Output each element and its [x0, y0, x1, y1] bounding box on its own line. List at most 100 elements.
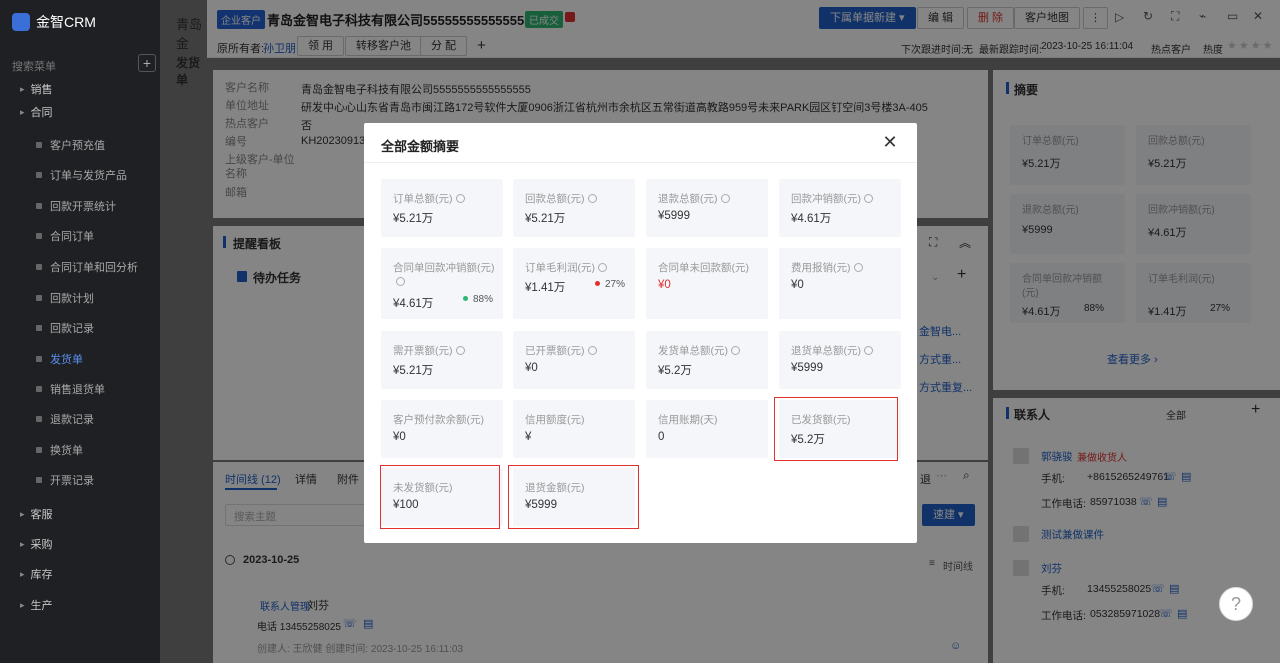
- amount-card: 发货单总额(元) ¥5.2万: [646, 331, 768, 389]
- app-logo: 金智CRM: [12, 12, 96, 32]
- sidebar-item-label: 合同订单: [50, 231, 94, 243]
- sidebar-item[interactable]: 订单与发货产品: [0, 164, 160, 186]
- amount-card: 退款总额(元) ¥5999: [646, 179, 768, 237]
- amount-card-label: 退货单总额(元): [791, 345, 861, 357]
- help-icon[interactable]: ?: [1219, 587, 1253, 621]
- amount-card-value: ¥5.21万: [393, 365, 434, 377]
- clock-icon[interactable]: [587, 194, 597, 203]
- sidebar-item[interactable]: ▸ 销售: [0, 78, 160, 100]
- menu-item-icon: [36, 356, 42, 362]
- menu-item-icon: [36, 416, 42, 422]
- sidebar-item-label: 回款计划: [50, 293, 94, 305]
- amount-card: 费用报销(元) ¥0: [779, 248, 901, 319]
- clock-icon[interactable]: [720, 194, 730, 203]
- clock-icon[interactable]: [853, 263, 863, 272]
- amount-card: 合同单回款冲销额(元) ¥4.61万 88%: [381, 248, 503, 319]
- sidebar-item[interactable]: 合同订单: [0, 225, 160, 247]
- amount-card: 回款总额(元) ¥5.21万: [513, 179, 635, 237]
- amount-card-label: 已开票额(元): [525, 345, 585, 357]
- percent-dot-icon: [595, 281, 600, 286]
- sidebar-item-label: 换货单: [50, 445, 83, 457]
- sidebar-item[interactable]: 回款计划: [0, 287, 160, 309]
- menu-item-icon: [36, 325, 42, 331]
- app-name: 金智CRM: [36, 14, 96, 30]
- amount-card: 合同单未回款额(元) ¥0: [646, 248, 768, 319]
- amount-card-label: 退款总额(元): [658, 193, 718, 205]
- modal-header: 全部金额摘要 ✕: [364, 123, 917, 163]
- amount-card-label: 回款总额(元): [525, 193, 585, 205]
- sidebar-item-label: 销售退货单: [50, 384, 105, 396]
- amount-card-value: ¥5.2万: [658, 365, 692, 377]
- amount-card-label: 发货单总额(元): [658, 345, 728, 357]
- amount-card-value: ¥0: [658, 279, 671, 291]
- close-icon[interactable]: ✕: [880, 132, 900, 152]
- amount-card-label: 合同单未回款额(元): [658, 262, 749, 274]
- amount-card-value: ¥5999: [658, 210, 690, 222]
- amount-card-label: 信用账期(天): [658, 414, 718, 426]
- sidebar-item[interactable]: ▸ 生产: [0, 594, 160, 616]
- clock-icon[interactable]: [455, 194, 465, 203]
- sidebar-item[interactable]: 回款开票统计: [0, 195, 160, 217]
- crm-logo-icon: [12, 13, 30, 31]
- amount-card-value: ¥0: [393, 431, 406, 443]
- sidebar-item-label: 合同: [30, 107, 53, 119]
- sidebar-item[interactable]: ▸ 客服: [0, 503, 160, 525]
- highlight-box: [508, 465, 639, 529]
- menu-item-icon: [36, 142, 42, 148]
- sidebar-item-label: 回款开票统计: [50, 201, 116, 213]
- clock-icon[interactable]: [864, 346, 873, 355]
- menu-item-icon: [36, 172, 42, 178]
- clock-icon[interactable]: [731, 346, 740, 355]
- amount-card-label: 客户预付款余额(元): [393, 414, 484, 426]
- amount-card-value: ¥5.21万: [525, 213, 566, 225]
- amount-card: 客户预付款余额(元) ¥0: [381, 400, 503, 458]
- sidebar-item[interactable]: 换货单: [0, 439, 160, 461]
- clock-icon[interactable]: [396, 277, 405, 286]
- sidebar-item-label: 开票记录: [50, 475, 94, 487]
- clock-icon[interactable]: [864, 194, 873, 203]
- amount-card-value: ¥1.41万: [525, 282, 566, 294]
- amount-card-percent: 27%: [605, 279, 626, 290]
- amount-card: 订单毛利润(元) ¥1.41万 27%: [513, 248, 635, 319]
- sidebar-item[interactable]: ▸ 库存: [0, 563, 160, 585]
- add-menu-button[interactable]: +: [138, 54, 156, 72]
- chevron-right-icon: ▸: [20, 83, 25, 94]
- amount-card: 信用额度(元) ¥: [513, 400, 635, 458]
- highlight-box: [774, 397, 898, 461]
- amount-card-value: ¥5.21万: [393, 213, 434, 225]
- amount-card: 需开票额(元) ¥5.21万: [381, 331, 503, 389]
- amount-card-value: ¥4.61万: [393, 298, 434, 310]
- amount-card-label: 需开票额(元): [393, 345, 453, 357]
- sidebar-item[interactable]: 退款记录: [0, 408, 160, 430]
- amount-card-label: 回款冲销额(元): [791, 193, 861, 205]
- clock-icon[interactable]: [587, 346, 597, 355]
- sidebar-item[interactable]: ▸ 合同: [0, 101, 160, 123]
- sidebar-item[interactable]: 合同订单和回分析: [0, 256, 160, 278]
- chevron-right-icon: ▸: [20, 508, 25, 519]
- sidebar-item-label: 客户预充值: [50, 140, 105, 152]
- sidebar-item[interactable]: 客户预充值: [0, 134, 160, 156]
- sidebar-item[interactable]: 开票记录: [0, 469, 160, 491]
- chevron-right-icon: ▸: [20, 106, 25, 117]
- amount-card-label: 订单总额(元): [393, 193, 453, 205]
- sidebar-item-label: 发货单: [50, 354, 83, 366]
- chevron-right-icon: ▸: [20, 538, 25, 549]
- clock-icon[interactable]: [455, 346, 465, 355]
- sidebar-item[interactable]: 发货单: [0, 348, 160, 370]
- chevron-right-icon: ▸: [20, 599, 25, 610]
- sidebar-item-label: 订单与发货产品: [50, 170, 127, 182]
- sidebar-item-label: 采购: [30, 539, 53, 551]
- sidebar-item-label: 生产: [30, 600, 53, 612]
- clock-icon[interactable]: [598, 263, 607, 272]
- amount-card-label: 合同单回款冲销额(元): [393, 262, 495, 274]
- sidebar-item[interactable]: ▸ 采购: [0, 533, 160, 555]
- amount-card: 已开票额(元) ¥0: [513, 331, 635, 389]
- sidebar-item[interactable]: 回款记录: [0, 317, 160, 339]
- menu-search-input[interactable]: 搜索菜单: [12, 58, 130, 74]
- amount-card: 信用账期(天) 0: [646, 400, 768, 458]
- highlight-box: [380, 465, 500, 529]
- sidebar-item[interactable]: 销售退货单: [0, 378, 160, 400]
- menu-item-icon: [36, 295, 42, 301]
- amount-card-label: 费用报销(元): [791, 262, 851, 274]
- sidebar-item-label: 退款记录: [50, 414, 94, 426]
